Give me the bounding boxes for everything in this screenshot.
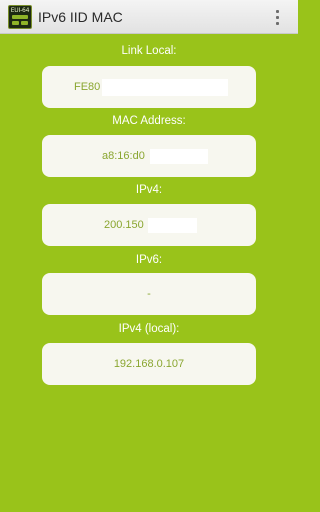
- link-local-field[interactable]: FE80: [42, 66, 256, 108]
- ipv6-field[interactable]: -: [42, 273, 256, 315]
- ipv4-local-value: 192.168.0.107: [113, 358, 185, 370]
- ipv4-field[interactable]: 200.150: [42, 204, 256, 246]
- mac-address-value: a8:16:d0: [102, 150, 145, 162]
- redacted-block: [102, 79, 228, 96]
- action-bar: EUI-64 IPv6 IID MAC: [0, 0, 298, 34]
- ipv4-local-field[interactable]: 192.168.0.107: [42, 343, 256, 385]
- ipv6-label: IPv6:: [135, 254, 163, 266]
- ipv6-value: -: [147, 288, 151, 300]
- redacted-block: [150, 149, 208, 164]
- redacted-block: [148, 218, 197, 233]
- mac-address-label: MAC Address:: [112, 115, 186, 127]
- ipv4-label: IPv4:: [135, 184, 163, 196]
- ipv4-local-label: IPv4 (local):: [118, 323, 180, 335]
- app-logo-icon: EUI-64: [8, 5, 32, 29]
- overflow-menu-icon[interactable]: [268, 6, 288, 28]
- link-local-label: Link Local:: [121, 45, 177, 57]
- app-title: IPv6 IID MAC: [38, 9, 123, 25]
- ipv4-value: 200.150: [104, 219, 144, 231]
- app-logo-text: EUI-64: [10, 7, 30, 14]
- link-local-value: FE80: [74, 81, 101, 93]
- mac-address-field[interactable]: a8:16:d0: [42, 135, 256, 177]
